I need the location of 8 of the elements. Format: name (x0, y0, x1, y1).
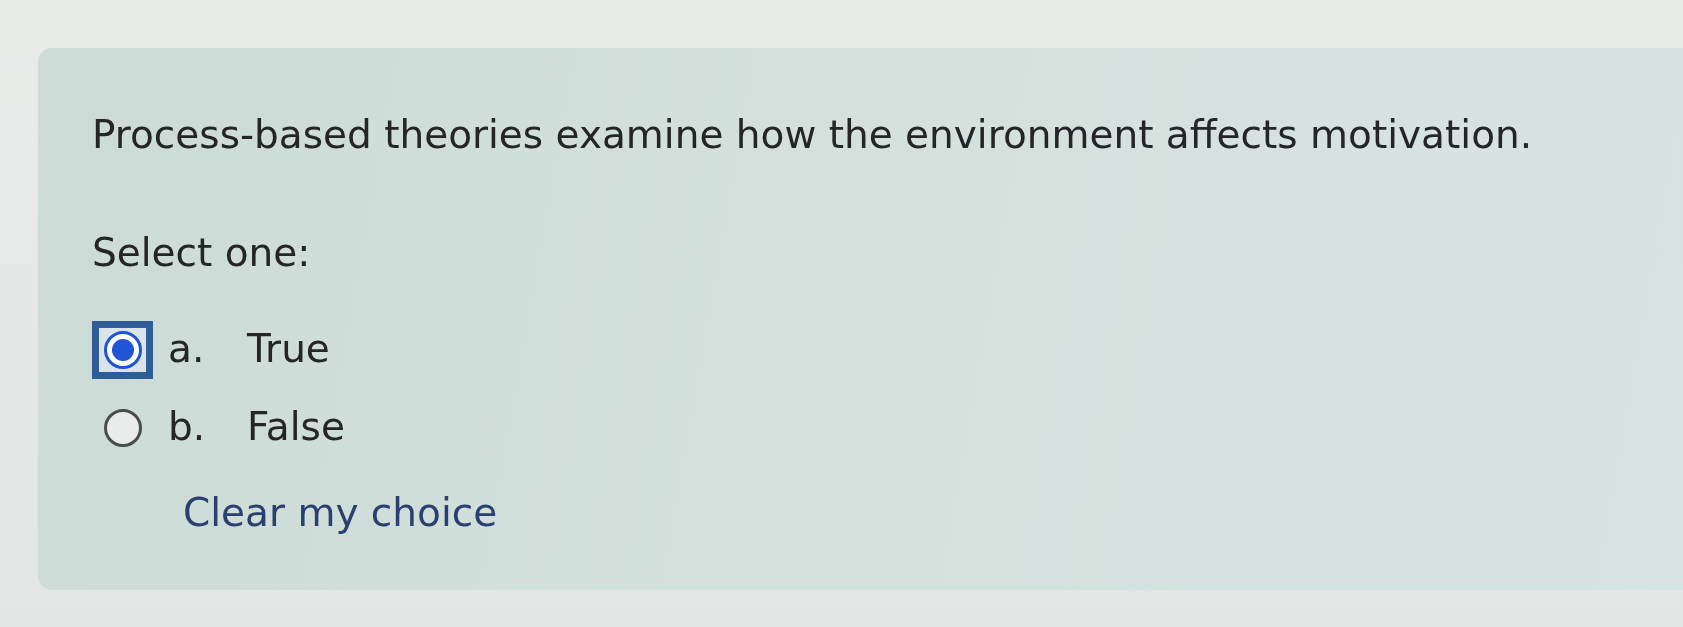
option-letter: a. (168, 328, 206, 372)
option-label[interactable]: True (247, 328, 330, 372)
select-prompt: Select one: (92, 229, 311, 277)
clear-choice-link[interactable]: Clear my choice (183, 489, 498, 537)
radio-button-checked[interactable] (92, 320, 153, 379)
option-label[interactable]: False (247, 406, 345, 450)
question-text: Process-based theories examine how the environment affects motivation. (92, 112, 1533, 159)
option-letter: b. (168, 406, 207, 450)
